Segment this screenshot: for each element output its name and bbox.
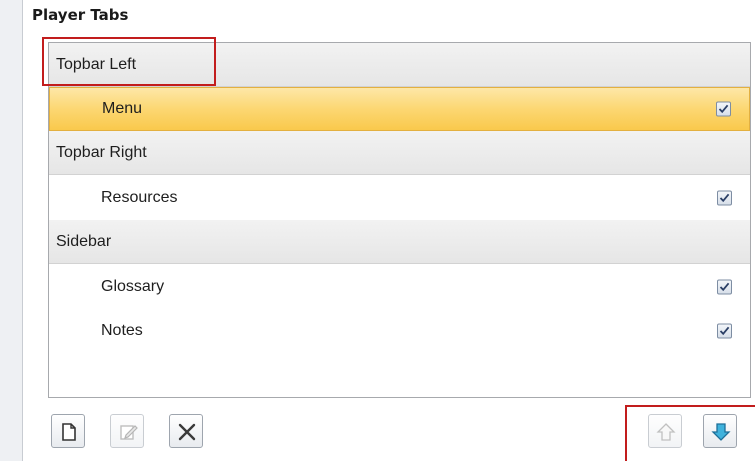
move-up-button[interactable]: [648, 414, 682, 448]
tab-visible-checkbox[interactable]: [716, 101, 731, 117]
tab-row-glossary[interactable]: Glossary: [49, 264, 750, 309]
group-row-topbar-right[interactable]: Topbar Right: [49, 131, 750, 175]
tab-label: Menu: [102, 100, 143, 117]
group-label: Sidebar: [56, 232, 112, 250]
left-margin-strip: [0, 0, 22, 461]
move-down-icon: [711, 423, 731, 441]
delete-x-icon: [178, 423, 196, 441]
checkmark-icon: [719, 193, 730, 202]
checkmark-icon: [719, 326, 730, 336]
move-up-icon: [656, 423, 676, 441]
edit-icon: [120, 425, 138, 440]
delete-tab-button[interactable]: [169, 414, 203, 448]
edit-tab-button[interactable]: [110, 414, 144, 448]
section-title: Player Tabs: [32, 6, 129, 24]
new-page-icon: [62, 423, 76, 441]
tab-visible-checkbox[interactable]: [717, 279, 732, 294]
tab-visible-checkbox[interactable]: [717, 190, 732, 205]
group-label: Topbar Right: [56, 143, 147, 161]
tab-visible-checkbox[interactable]: [717, 323, 732, 339]
checkmark-icon: [719, 282, 730, 291]
tab-label: Glossary: [101, 277, 165, 295]
new-tab-button[interactable]: [51, 414, 85, 448]
tab-row-menu[interactable]: Menu: [49, 87, 750, 131]
tab-row-resources[interactable]: Resources: [49, 175, 750, 220]
tab-row-notes[interactable]: Notes: [49, 309, 750, 353]
player-tabs-list[interactable]: Topbar Left Menu Topbar Right Resources …: [48, 42, 751, 398]
group-row-sidebar[interactable]: Sidebar: [49, 220, 750, 264]
annotation-highlight-topbar-left: [42, 37, 216, 86]
checkmark-icon: [718, 104, 729, 114]
left-margin-divider: [22, 0, 23, 461]
move-down-button[interactable]: [703, 414, 737, 448]
tab-label: Notes: [101, 322, 143, 339]
tab-label: Resources: [101, 188, 178, 206]
